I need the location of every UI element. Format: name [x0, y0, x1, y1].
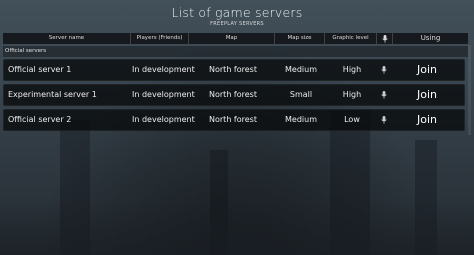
server-name: Experimental server 1	[8, 90, 97, 99]
join-button[interactable]: Join	[394, 85, 460, 105]
server-map: North forest	[209, 115, 257, 124]
group-label: Official servers	[5, 48, 47, 54]
column-server-name[interactable]: Server name	[3, 33, 131, 44]
server-row[interactable]: Experimental server 1 In development Nor…	[3, 84, 465, 106]
server-map-size: Medium	[285, 115, 317, 124]
server-map-size: Small	[289, 90, 313, 99]
server-name: Official server 2	[8, 115, 72, 124]
column-players[interactable]: Players (Friends)	[131, 33, 189, 44]
page-title: List of game servers	[171, 5, 303, 20]
join-button[interactable]: Join	[394, 60, 460, 80]
server-row[interactable]: Official server 2 In development North f…	[3, 109, 465, 131]
server-graphic-level: High	[342, 90, 362, 99]
microphone-icon[interactable]	[381, 116, 387, 124]
server-map: North forest	[209, 65, 257, 74]
page-subtitle: FREEPLAY SERVERS	[210, 21, 264, 27]
table-header: Server name Players (Friends) Map Map si…	[3, 33, 468, 44]
column-voice[interactable]	[377, 33, 393, 44]
server-players: In development	[132, 65, 195, 74]
column-using[interactable]: Using	[393, 33, 468, 44]
server-map: North forest	[209, 90, 257, 99]
server-map-size: Medium	[285, 65, 317, 74]
background-ground	[0, 200, 474, 255]
server-graphic-level: High	[342, 65, 362, 74]
microphone-icon	[381, 34, 388, 43]
group-header[interactable]: Official servers	[3, 46, 468, 57]
microphone-icon[interactable]	[381, 66, 387, 74]
server-graphic-level: Low	[344, 115, 360, 124]
server-name: Official server 1	[8, 65, 72, 74]
column-map[interactable]: Map	[189, 33, 275, 44]
scrollbar[interactable]	[468, 45, 471, 135]
column-graphic-level[interactable]: Graphic level	[325, 33, 377, 44]
microphone-icon[interactable]	[381, 91, 387, 99]
server-players: In development	[132, 90, 195, 99]
server-players: In development	[132, 115, 195, 124]
join-button[interactable]: Join	[394, 110, 460, 130]
column-map-size[interactable]: Map size	[275, 33, 325, 44]
server-row[interactable]: Official server 1 In development North f…	[3, 59, 465, 81]
